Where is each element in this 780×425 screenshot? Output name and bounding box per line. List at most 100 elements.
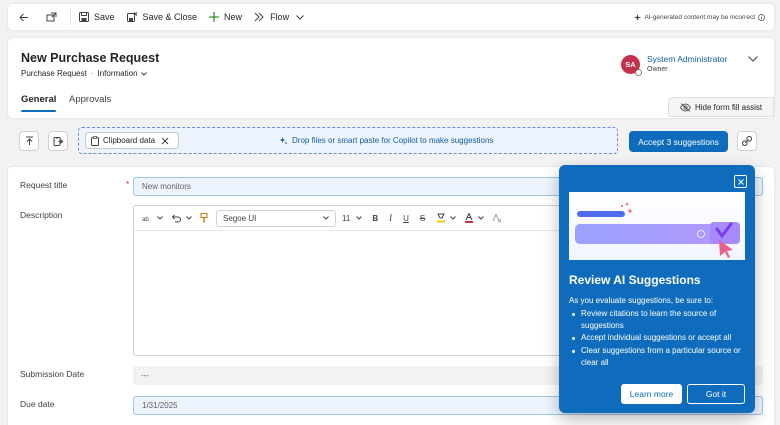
popover-intro: As you evaluate suggestions, be sure to: [569, 296, 714, 305]
underline-button[interactable]: U [403, 214, 409, 223]
owner-role: Owner [647, 66, 668, 73]
illustration [569, 192, 745, 260]
back-arrow-icon [19, 13, 28, 21]
clipboard-data-chip[interactable]: Clipboard data [85, 132, 180, 149]
sparkle-icon [279, 137, 288, 145]
list-item: Review citations to learn the source of … [569, 308, 749, 332]
form-selector[interactable]: Information [98, 69, 147, 78]
tab-approvals[interactable]: Approvals [69, 94, 111, 105]
link-icon [742, 136, 752, 146]
chevron-down-icon [140, 71, 147, 76]
chevron-down-icon [157, 216, 163, 220]
new-label: New [224, 12, 243, 22]
learn-more-button[interactable]: Learn more [621, 384, 682, 404]
description-editor[interactable]: ab Segoe UI 11 B I U S [133, 205, 563, 356]
new-button[interactable]: New [203, 4, 248, 30]
review-ai-suggestions-popover: Review AI Suggestions As you evaluate su… [559, 165, 755, 413]
back-button[interactable] [8, 4, 40, 30]
font-family-select[interactable]: Segoe UI [216, 209, 336, 227]
highlight-color-button[interactable] [436, 213, 457, 223]
ai-suggestion-illustration [575, 202, 740, 258]
collapse-assist-button[interactable] [19, 131, 39, 151]
font-color-button[interactable] [464, 213, 485, 223]
save-close-button[interactable]: Save & Close [121, 4, 204, 30]
tab-general[interactable]: General [21, 94, 57, 112]
clear-formatting-button[interactable] [492, 213, 502, 223]
format-painter-button[interactable]: ab [142, 215, 163, 222]
highlighter-brush-button[interactable] [200, 213, 208, 223]
record-title: New Purchase Request [21, 51, 160, 65]
undo-button[interactable] [171, 214, 192, 223]
form-name: Information [97, 69, 138, 78]
command-bar: Save Save & Close New Flow AI-generated … [8, 4, 774, 30]
save-close-label: Save & Close [142, 12, 198, 22]
font-size-value: 11 [342, 213, 351, 223]
request-title-label: Request title [20, 180, 68, 190]
chevron-down-icon [323, 216, 329, 220]
dropzone-hint: Drop files or smart paste for Copilot to… [279, 136, 493, 145]
save-label: Save [94, 12, 115, 22]
open-in-new-window-icon [46, 12, 57, 21]
font-family-value: Segoe UI [223, 213, 257, 223]
accept-suggestions-button[interactable]: Accept 3 suggestions [629, 131, 728, 152]
flow-label: Flow [270, 12, 290, 22]
owner-name[interactable]: System Administrator [647, 54, 727, 64]
flow-icon [254, 12, 264, 22]
close-icon [737, 178, 744, 185]
text-style-icon: ab [142, 217, 149, 222]
presence-icon [635, 69, 642, 76]
ai-disclaimer-text: AI-generated content may be incorrect [644, 13, 755, 21]
ai-disclaimer: AI-generated content may be incorrect [634, 4, 768, 30]
rich-text-toolbar: ab Segoe UI 11 B I U S [134, 206, 562, 231]
italic-button[interactable]: I [389, 213, 392, 223]
required-indicator: * [126, 180, 130, 189]
flow-button[interactable]: Flow [248, 4, 315, 30]
svg-text:ab: ab [142, 217, 149, 222]
description-label: Description [20, 210, 63, 220]
chevron-down-icon [356, 216, 363, 220]
divider [70, 9, 71, 25]
font-size-select[interactable]: 11 [342, 213, 363, 223]
got-it-button[interactable]: Got it [687, 384, 745, 404]
open-new-window-button[interactable] [40, 4, 68, 30]
popover-tips-list: Review citations to learn the source of … [569, 308, 749, 369]
popover-title: Review AI Suggestions [569, 273, 701, 287]
undo-icon [171, 214, 181, 222]
info-icon[interactable] [758, 13, 765, 21]
request-title-value: New monitors [142, 182, 191, 191]
clear-format-icon [492, 213, 502, 223]
save-icon [79, 12, 89, 22]
save-button[interactable]: Save [73, 4, 121, 30]
due-date-value: 1/31/2025 [142, 401, 178, 410]
separator-dot: · [90, 69, 94, 78]
chevron-down-icon[interactable] [748, 56, 758, 62]
submission-date-value: --- [141, 371, 149, 380]
submission-date-label: Submission Date [20, 369, 85, 379]
eye-off-icon [679, 102, 691, 112]
arrow-up-to-line-icon [25, 136, 33, 145]
hide-form-fill-assist-label: Hide form fill assist [694, 102, 763, 112]
entity-name: Purchase Request [21, 69, 87, 78]
record-header: New Purchase Request Purchase Request · … [8, 38, 774, 118]
strikethrough-button[interactable]: S [420, 214, 425, 223]
chevron-down-icon [450, 216, 457, 220]
close-icon[interactable] [161, 137, 169, 145]
hide-form-fill-assist-button[interactable]: Hide form fill assist [668, 97, 774, 117]
save-close-icon [126, 12, 137, 22]
record-subtitle: Purchase Request · Information [21, 69, 147, 78]
clipboard-icon [91, 135, 99, 146]
list-item: Accept individual suggestions or accept … [569, 332, 749, 344]
font-color-icon [465, 213, 474, 223]
bold-button[interactable]: B [372, 214, 378, 223]
source-links-button[interactable] [737, 131, 757, 151]
list-item: Clear suggestions from a particular sour… [569, 345, 749, 369]
chevron-down-icon [296, 14, 304, 20]
paste-button[interactable] [48, 131, 68, 151]
clipboard-chip-label: Clipboard data [103, 136, 156, 145]
close-button[interactable] [734, 175, 747, 188]
sparkle-icon [634, 13, 642, 21]
paint-brush-icon [200, 213, 208, 223]
dropzone-hint-text: Drop files or smart paste for Copilot to… [292, 136, 494, 145]
plus-icon [209, 12, 220, 22]
smart-paste-dropzone[interactable]: Clipboard data Drop files or smart paste… [78, 127, 618, 154]
